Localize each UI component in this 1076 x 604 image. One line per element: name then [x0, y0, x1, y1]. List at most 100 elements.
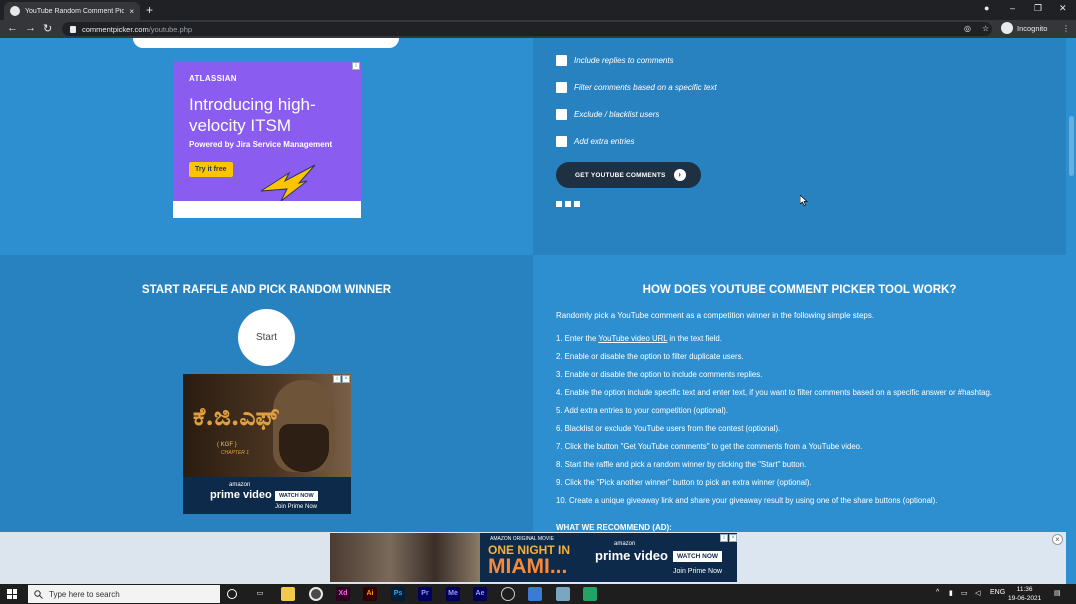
recommend-faded-text: our website & Social Media. Trusted by o…: [738, 542, 993, 551]
ad-close-icon[interactable]: ×: [729, 534, 737, 542]
list-item: 10. Create a unique giveaway link and sh…: [556, 496, 938, 505]
adobe-illustrator-icon[interactable]: Ai: [363, 587, 377, 601]
url-host: commentpicker.com: [82, 24, 149, 34]
search-placeholder: Type here to search: [49, 589, 120, 599]
network-icon[interactable]: ▭: [961, 589, 968, 597]
ad-title-line2: MIAMI...: [488, 555, 568, 578]
one-night-in-miami-ad[interactable]: AMAZON ORIGINAL MOVIE ONE NIGHT IN MIAMI…: [330, 533, 737, 582]
checkbox[interactable]: [556, 55, 567, 66]
option-filter-text[interactable]: Filter comments based on a specific text: [556, 82, 717, 93]
tab-close-icon[interactable]: ×: [129, 7, 134, 16]
ad-cast-photo: [330, 533, 480, 582]
list-item: 8. Start the raffle and pick a random wi…: [556, 460, 807, 469]
sticky-ad-close-button[interactable]: ×: [1052, 534, 1063, 545]
list-item: 1. Enter the YouTube video URL in the te…: [556, 334, 992, 352]
adchoices-icon[interactable]: i: [333, 375, 341, 383]
clock-date: 19-06-2021: [1008, 595, 1042, 602]
excel-icon[interactable]: [583, 587, 597, 601]
chrome-taskbar-icon[interactable]: [309, 587, 323, 601]
try-it-free-button[interactable]: Try it free: [189, 162, 233, 177]
language-indicator[interactable]: ENG: [990, 589, 1005, 596]
taskbar-search-box[interactable]: Type here to search: [28, 585, 220, 603]
browser-tab-strip: YouTube Random Comment Pick × + ● – ❐ ✕: [0, 0, 1076, 20]
task-view-icon[interactable]: ▭: [253, 587, 267, 601]
file-explorer-icon[interactable]: [281, 587, 295, 601]
kgf-chapter: CHAPTER 1: [221, 450, 250, 456]
forward-button[interactable]: →: [25, 22, 36, 34]
youtube-video-url-link[interactable]: YouTube video URL: [598, 334, 667, 343]
ad-close-icon[interactable]: ×: [342, 375, 350, 383]
taskbar-clock[interactable]: 11:36 19-06-2021: [1008, 585, 1041, 603]
bookmark-star-icon[interactable]: ☆: [982, 24, 989, 33]
watch-now-button[interactable]: WATCH NOW: [673, 551, 723, 562]
option-blacklist-users[interactable]: Exclude / blacklist users: [556, 109, 659, 120]
volume-icon[interactable]: ◁: [975, 589, 980, 597]
checkbox[interactable]: [556, 82, 567, 93]
step-text: 1. Enter the: [556, 334, 599, 343]
checkbox[interactable]: [556, 136, 567, 147]
ad-tagline: AMAZON ORIGINAL MOVIE: [490, 536, 554, 542]
reload-button[interactable]: ↻: [43, 22, 52, 35]
video-url-input[interactable]: [133, 38, 399, 48]
minimize-button[interactable]: –: [1010, 3, 1015, 13]
extension-icon[interactable]: ●: [984, 3, 989, 13]
watch-now-button[interactable]: WATCH NOW: [275, 491, 318, 501]
button-label: GET YOUTUBE COMMENTS: [575, 171, 666, 179]
option-label: Filter comments based on a specific text: [574, 83, 717, 92]
how-intro: Randomly pick a YouTube comment as a com…: [556, 311, 875, 320]
scrollbar-thumb[interactable]: [1069, 116, 1074, 176]
app-icon[interactable]: [556, 587, 570, 601]
option-label: Add extra entries: [574, 137, 635, 146]
steps-list: 1. Enter the YouTube video URL in the te…: [556, 334, 992, 514]
start-raffle-button[interactable]: Start: [238, 309, 295, 366]
option-extra-entries[interactable]: Add extra entries: [556, 136, 634, 147]
loader-dot: [574, 201, 580, 207]
atlassian-logo: ATLASSIAN: [189, 74, 237, 83]
list-item: 7. Click the button "Get YouTube comment…: [556, 442, 863, 451]
tracking-blocked-icon[interactable]: ◎: [964, 24, 971, 33]
windows-start-icon[interactable]: [7, 589, 17, 599]
adchoices-icon[interactable]: i: [720, 534, 728, 542]
lock-icon: [70, 25, 76, 33]
checkbox[interactable]: [556, 109, 567, 120]
app-icon[interactable]: [501, 587, 515, 601]
get-youtube-comments-button[interactable]: GET YOUTUBE COMMENTS ›: [556, 162, 701, 188]
adobe-after-effects-icon[interactable]: Ae: [473, 587, 487, 601]
address-bar[interactable]: commentpicker.com /youtube.php: [62, 22, 992, 36]
amazon-label: amazon: [614, 541, 636, 547]
loader-dot: [565, 201, 571, 207]
tab-favicon-icon: [10, 6, 20, 16]
microphone-icon[interactable]: ▮: [949, 589, 953, 597]
notifications-icon[interactable]: ▤: [1054, 589, 1061, 597]
url-path: /youtube.php: [148, 24, 193, 34]
adobe-premiere-icon[interactable]: Pr: [418, 587, 432, 601]
new-tab-button[interactable]: +: [146, 3, 153, 17]
atlassian-ad[interactable]: ATLASSIAN Introducing high-velocity ITSM…: [173, 61, 361, 218]
restore-button[interactable]: ❐: [1034, 3, 1042, 14]
how-it-works-heading: HOW DOES YOUTUBE COMMENT PICKER TOOL WOR…: [642, 284, 957, 296]
incognito-icon: [1001, 22, 1013, 34]
adchoices-icon[interactable]: i: [352, 62, 360, 70]
adobe-xd-icon[interactable]: Xd: [336, 587, 350, 601]
incognito-indicator[interactable]: Incognito: [1001, 22, 1047, 34]
mouse-cursor-icon: [800, 195, 808, 206]
ad-headline: Introducing high-velocity ITSM: [189, 95, 316, 135]
loading-indicator: [556, 201, 580, 207]
list-item: 5. Add extra entries to your competition…: [556, 406, 729, 415]
page-scrollbar[interactable]: [1066, 38, 1076, 584]
close-window-button[interactable]: ✕: [1059, 3, 1067, 14]
adobe-photoshop-icon[interactable]: Ps: [391, 587, 405, 601]
chrome-menu-button[interactable]: ⋮: [1062, 24, 1070, 33]
ad-actor-beard: [279, 424, 329, 472]
join-prime-label: Join Prime Now: [673, 568, 723, 575]
option-label: Exclude / blacklist users: [574, 110, 660, 119]
cortana-icon[interactable]: [227, 589, 237, 599]
tab-youtube-comment-picker[interactable]: YouTube Random Comment Pick ×: [4, 2, 140, 20]
back-button[interactable]: ←: [7, 22, 18, 34]
tray-expand-icon[interactable]: ^: [936, 589, 939, 596]
step-text: in the text field.: [667, 334, 722, 343]
kgf-prime-video-ad[interactable]: ಕೆ.ಜಿ.ಎಫ್ ( KGF ) CHAPTER 1 amazon prime…: [183, 374, 351, 514]
option-include-replies[interactable]: Include replies to comments: [556, 55, 674, 66]
app-icon[interactable]: [528, 587, 542, 601]
adobe-media-encoder-icon[interactable]: Me: [446, 587, 460, 601]
